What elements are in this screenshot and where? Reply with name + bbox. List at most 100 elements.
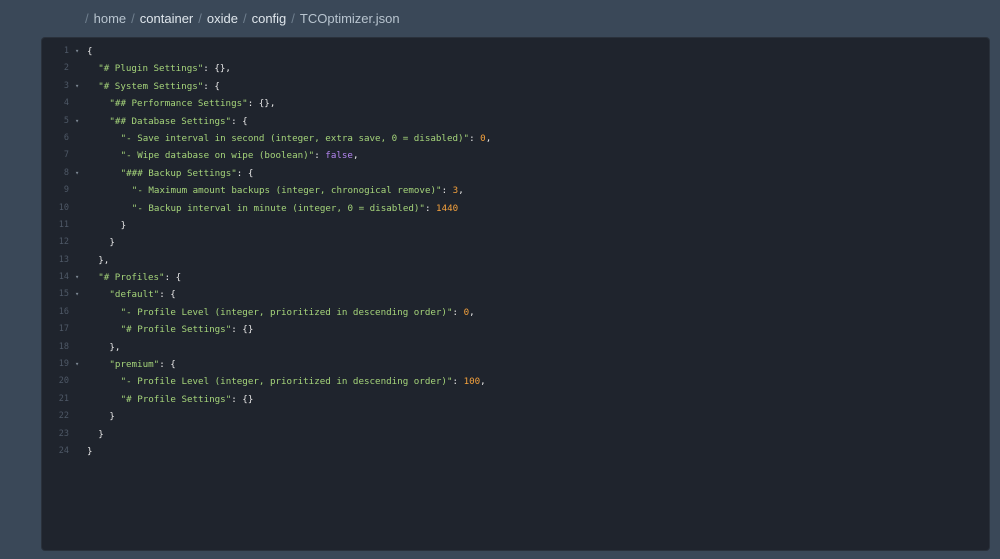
line-number: 6 xyxy=(63,132,69,143)
code-token: : {} xyxy=(231,393,254,405)
code-token: "- Save interval in second (integer, ext… xyxy=(120,132,470,144)
code-token: : xyxy=(441,185,453,197)
line-number: 1 xyxy=(63,46,69,56)
code-token: : {}, xyxy=(203,63,231,75)
code-line[interactable]: 5 ▾ "## Database Settings": { xyxy=(42,113,989,130)
code-token: : {} xyxy=(231,324,254,336)
line-number: 18 xyxy=(58,341,69,352)
fold-arrow-icon[interactable]: ▾ xyxy=(75,78,79,95)
code-token: : { xyxy=(231,115,248,127)
line-number: 22 xyxy=(58,411,69,422)
code-line[interactable]: 22} xyxy=(42,408,989,425)
breadcrumb-separator: / xyxy=(131,10,135,26)
code-token: "# Profile Settings" xyxy=(120,324,232,336)
code-line[interactable]: 2 "# Plugin Settings": {}, xyxy=(42,60,989,77)
fold-arrow-icon[interactable]: ▾ xyxy=(75,269,79,286)
line-number: 12 xyxy=(58,237,69,248)
code-token: : xyxy=(452,376,464,388)
code-token: } xyxy=(87,445,93,457)
line-number: 2 xyxy=(63,63,69,74)
code-token: "- Profile Level (integer, prioritized i… xyxy=(120,306,453,318)
code-line[interactable]: 21 "# Profile Settings": {} xyxy=(42,391,989,408)
code-token: : xyxy=(452,306,464,318)
line-number: 23 xyxy=(58,428,69,439)
code-line[interactable]: 15 ▾ "default": { xyxy=(42,286,989,303)
line-number: 3 xyxy=(63,80,69,91)
code-token: : xyxy=(469,132,481,144)
fold-arrow-icon[interactable]: ▾ xyxy=(75,356,79,373)
code-token: : { xyxy=(159,289,176,301)
code-token: : { xyxy=(203,80,220,92)
line-number: 7 xyxy=(63,150,69,161)
code-line[interactable]: 18}, xyxy=(42,339,989,356)
code-line[interactable]: 11} xyxy=(42,217,989,234)
code-token: "# Plugin Settings" xyxy=(98,63,204,75)
code-editor[interactable]: 1 ▾{2 "# Plugin Settings": {}, 3 ▾ "# System … xyxy=(42,38,989,550)
breadcrumb-item-container[interactable]: container xyxy=(140,11,193,26)
fold-arrow-icon[interactable]: ▾ xyxy=(75,286,79,303)
code-token: "# Profile Settings" xyxy=(120,393,232,405)
code-token: "# Profiles" xyxy=(98,272,165,284)
line-number: 5 xyxy=(63,115,69,126)
code-token: , xyxy=(458,185,464,197)
line-number: 16 xyxy=(58,306,69,317)
code-line[interactable]: 16 "- Profile Level (integer, prioritized… xyxy=(42,304,989,321)
line-number: 17 xyxy=(58,324,69,335)
fold-arrow-icon[interactable]: ▾ xyxy=(75,113,79,130)
code-token: }, xyxy=(98,254,110,266)
breadcrumb-separator: / xyxy=(198,10,202,26)
code-token: "- Maximum amount backups (integer, chro… xyxy=(131,185,442,197)
code-token: 100 xyxy=(463,376,481,388)
code-token: : { xyxy=(159,359,176,371)
code-token: } xyxy=(109,237,115,249)
code-line[interactable]: 23} xyxy=(42,426,989,443)
code-token: : { xyxy=(236,167,254,179)
line-number: 11 xyxy=(58,219,69,230)
code-token: "default" xyxy=(109,289,160,301)
breadcrumb-separator: / xyxy=(242,10,247,26)
line-number: 9 xyxy=(63,185,69,196)
code-line[interactable]: 14 ▾ "# Profiles": { xyxy=(42,269,989,286)
code-line[interactable]: 12} xyxy=(42,234,989,251)
code-line[interactable]: 24} xyxy=(42,443,989,460)
code-line[interactable]: 6 "- Save interval in second (integer, ex… xyxy=(42,130,989,147)
code-line[interactable]: 19 ▾ "premium": { xyxy=(42,356,989,373)
code-token: : {}, xyxy=(247,98,276,110)
code-line[interactable]: 8 ▾ "### Backup Settings": { xyxy=(42,165,989,182)
code-line[interactable]: 10 "- Backup interval in minute (integer,… xyxy=(42,200,989,217)
code-line[interactable]: 9 "- Maximum amount backups (integer, chr… xyxy=(42,182,989,199)
code-line[interactable]: 7 "- Wipe database on wipe (boolean)": fa… xyxy=(42,147,989,164)
breadcrumb-item-home[interactable]: home xyxy=(94,11,127,26)
code-token: "## Database Settings" xyxy=(109,115,232,127)
line-number: 19 xyxy=(58,359,69,370)
code-line[interactable]: 17 "# Profile Settings": {} xyxy=(42,321,989,338)
line-number: 20 xyxy=(58,376,69,387)
code-token: : xyxy=(314,150,326,162)
code-token: } xyxy=(109,411,115,423)
code-line[interactable]: 4 "## Performance Settings": {}, xyxy=(42,95,989,112)
fold-arrow-icon[interactable]: ▾ xyxy=(75,165,79,182)
code-token: , xyxy=(480,376,486,388)
breadcrumb: / home / container / oxide / config / TCOptimizer… xyxy=(80,10,400,26)
code-line[interactable]: 1 ▾ { xyxy=(42,43,989,60)
breadcrumb-separator: / xyxy=(291,10,295,26)
code-token: "- Profile Level (integer, prioritized i… xyxy=(120,376,453,388)
code-token: "### Backup Settings" xyxy=(120,167,237,179)
code-token: "- Backup interval in minute (integer, 0… xyxy=(131,202,425,214)
code-token: 1440 xyxy=(436,202,459,214)
code-token: , xyxy=(485,132,492,144)
code-token: }, xyxy=(109,341,121,353)
code-token: "premium" xyxy=(109,359,160,371)
line-number: 21 xyxy=(58,393,69,404)
line-number: 14 xyxy=(58,272,69,283)
fold-arrow-icon[interactable]: ▾ xyxy=(75,43,79,60)
code-line[interactable]: 20 "- Profile Level (integer, prioritized… xyxy=(42,373,989,390)
line-number: 24 xyxy=(58,445,69,456)
code-line[interactable]: 3 ▾ "# System Settings": { xyxy=(42,78,989,95)
code-line[interactable]: 13}, xyxy=(42,252,989,269)
code-token: } xyxy=(120,219,127,231)
line-number: 13 xyxy=(58,254,69,265)
breadcrumb-item-config[interactable]: config xyxy=(252,11,287,26)
code-lines[interactable]: 1 ▾{2 "# Plugin Settings": {}, 3 ▾ "# System … xyxy=(42,43,989,460)
breadcrumb-item-oxide[interactable]: oxide xyxy=(207,11,238,26)
